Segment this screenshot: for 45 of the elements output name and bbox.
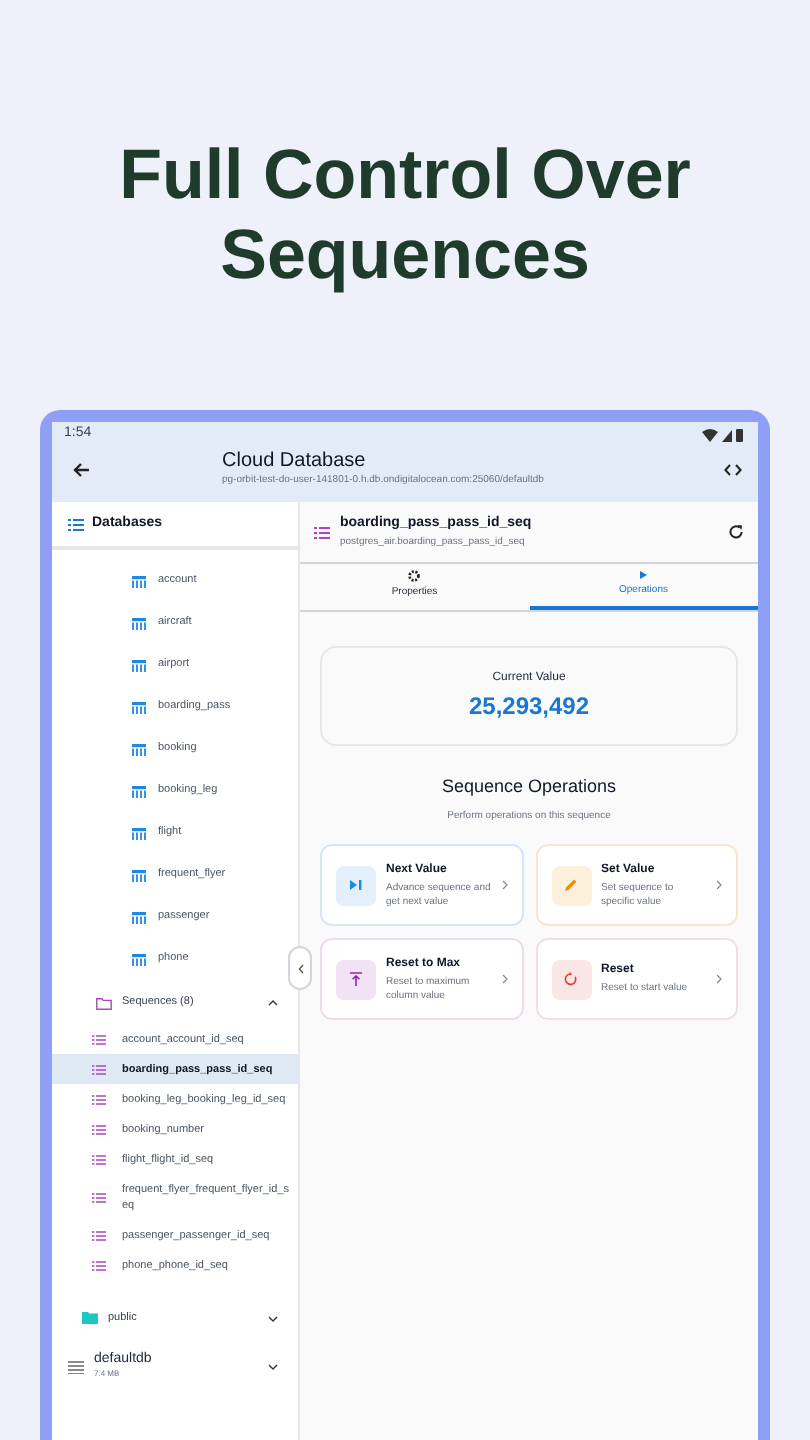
table-icon (132, 785, 146, 797)
current-value: 25,293,492 (468, 689, 590, 723)
headline: Full Control Over Sequences (117, 135, 693, 295)
table-icon (132, 617, 146, 629)
table-icon (132, 659, 146, 671)
app-title: Cloud Database (222, 450, 368, 474)
folder-icon (96, 997, 112, 1009)
list-icon (92, 1033, 106, 1045)
chevron-right-icon (501, 974, 507, 984)
chevron-right-icon (716, 974, 722, 984)
table-icon (132, 701, 146, 713)
chevron-down-icon[interactable] (268, 1363, 278, 1369)
table-icon (132, 869, 146, 881)
list-icon (92, 1153, 106, 1165)
skip-next-icon (336, 865, 376, 905)
table-icon (132, 827, 146, 839)
chevron-down-icon[interactable] (268, 1315, 278, 1321)
table-icon (132, 743, 146, 755)
list-icon (92, 1191, 106, 1203)
folder-icon (82, 1312, 98, 1324)
restart-icon (551, 959, 591, 999)
upload-icon (336, 959, 376, 999)
list-icon (68, 517, 84, 531)
list-icon (92, 1229, 106, 1241)
table-icon (132, 575, 146, 587)
collapse-handle[interactable] (288, 946, 312, 990)
status-icons-icon (702, 427, 746, 441)
sequence-icon (314, 525, 330, 539)
section-title: Sequence Operations (439, 774, 619, 800)
refresh-icon[interactable] (728, 524, 744, 540)
list-icon (68, 1359, 84, 1373)
code-icon[interactable] (724, 464, 742, 476)
back-icon[interactable] (72, 462, 90, 478)
play-icon (638, 570, 649, 581)
chevron-right-icon (501, 880, 507, 890)
pencil-icon (551, 865, 591, 905)
table-icon (132, 953, 146, 965)
table-icon (132, 911, 146, 923)
chevron-left-icon (297, 963, 303, 973)
chevron-right-icon (716, 880, 722, 890)
list-icon (92, 1093, 106, 1105)
list-icon (92, 1063, 106, 1075)
chevron-up-icon[interactable] (268, 1000, 278, 1006)
list-icon (92, 1123, 106, 1135)
list-icon (92, 1259, 106, 1271)
